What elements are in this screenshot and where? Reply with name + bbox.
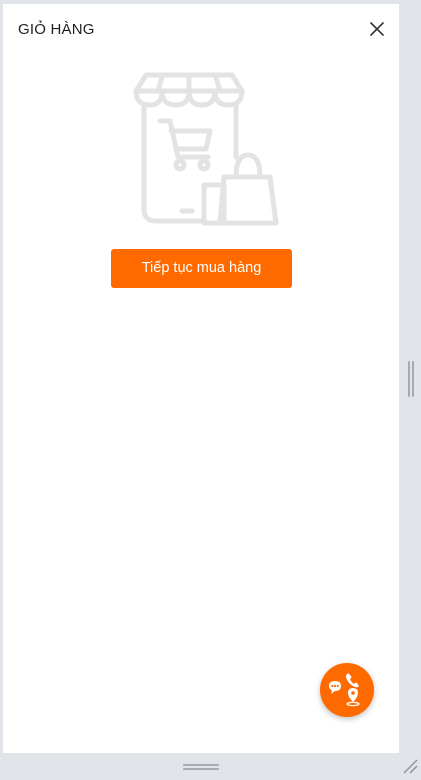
continue-shopping-button[interactable]: Tiếp tục mua hàng (111, 249, 292, 288)
cart-title: GIỎ HÀNG (18, 21, 95, 38)
contact-phone-chat-location-icon (329, 673, 360, 707)
vertical-grip-handle[interactable] (408, 361, 414, 397)
horizontal-grip-handle[interactable] (183, 764, 219, 770)
cart-panel: GIỎ HÀNG Tiếp tục mua hàng (3, 4, 399, 753)
contact-fab-button[interactable] (320, 663, 374, 717)
shop-cart-bag-icon (133, 72, 279, 226)
resize-corner-icon[interactable] (401, 757, 419, 775)
empty-cart-illustration (124, 69, 284, 229)
close-icon[interactable] (367, 19, 387, 39)
